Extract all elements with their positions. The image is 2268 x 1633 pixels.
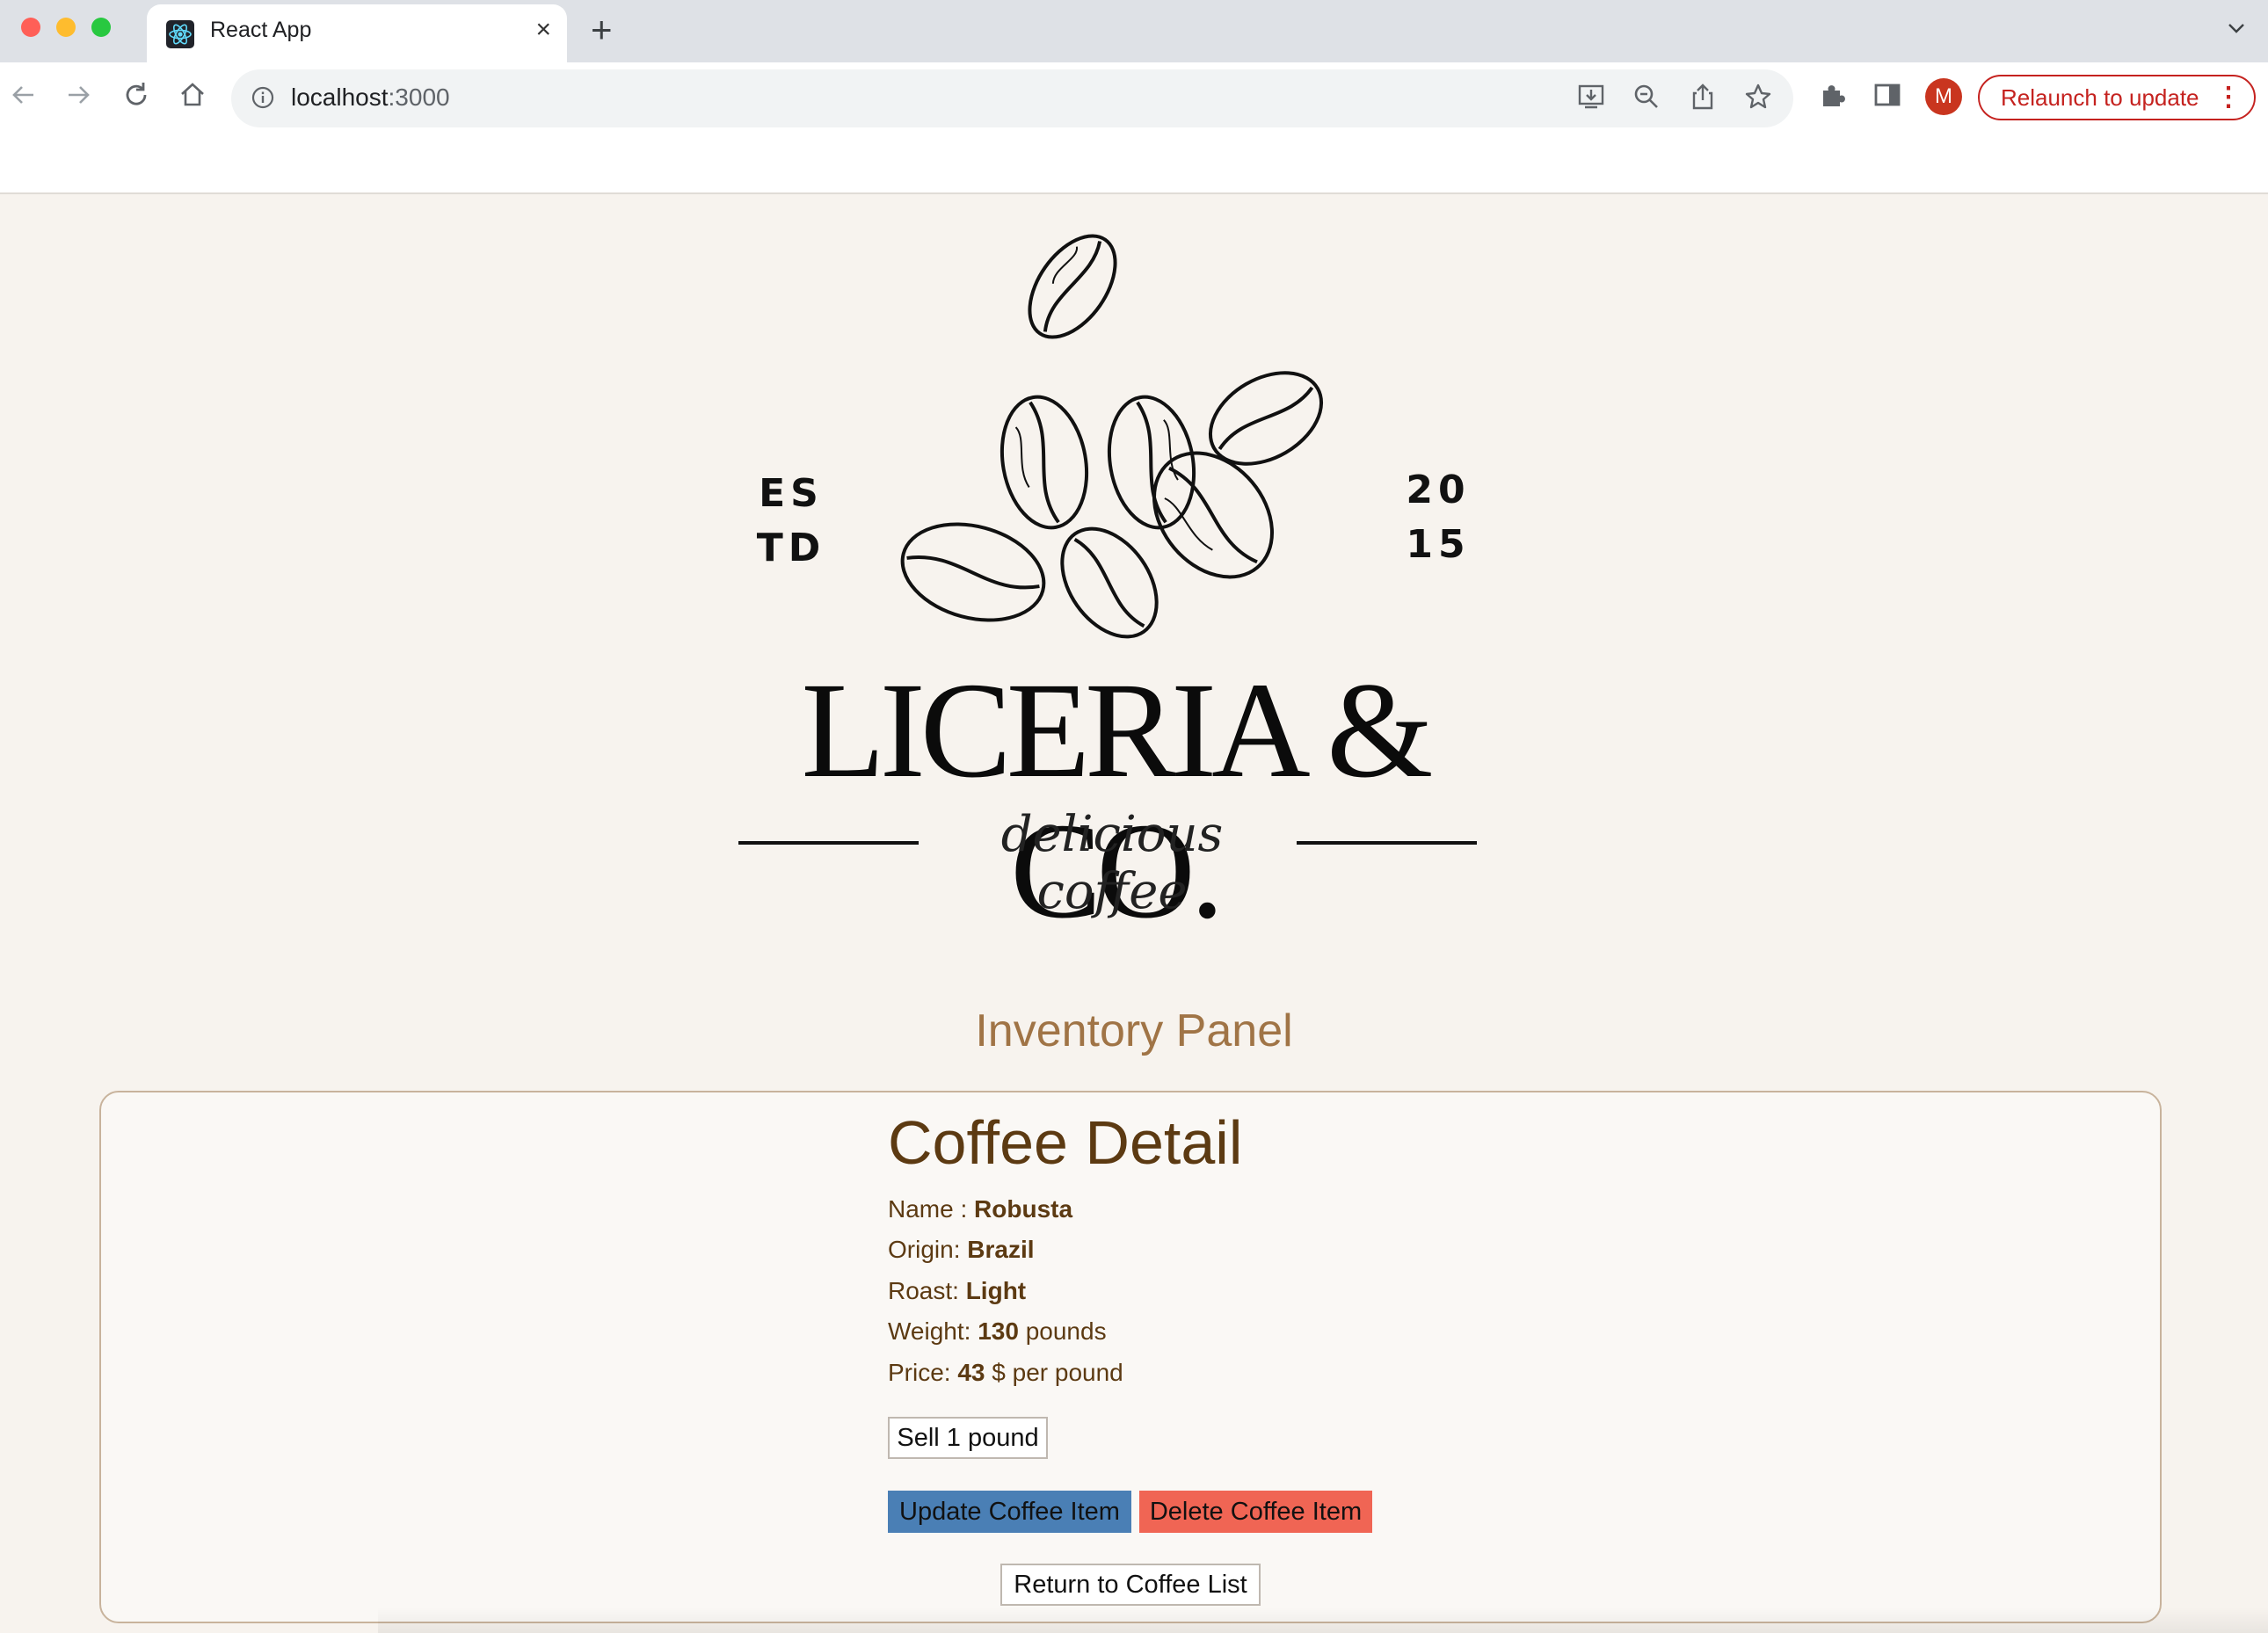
price-value: 43	[957, 1359, 985, 1386]
tagline-rule-left	[738, 841, 919, 845]
react-icon	[166, 20, 194, 48]
share-icon[interactable]	[1688, 82, 1718, 119]
tagline-rule-right	[1297, 841, 1477, 845]
established-label-left: ES TD	[749, 467, 833, 576]
year-line-1: 20	[1406, 468, 1471, 512]
coffee-detail-title: Coffee Detail	[888, 1108, 1243, 1177]
site-info-icon[interactable]	[251, 85, 275, 114]
install-app-icon[interactable]	[1576, 82, 1606, 119]
price-field: Price: 43 $ per pound	[888, 1359, 1123, 1387]
name-value: Robusta	[974, 1195, 1073, 1223]
return-to-coffee-list-button[interactable]: Return to Coffee List	[1000, 1564, 1261, 1606]
price-label: Price:	[888, 1359, 958, 1386]
relaunch-label: Relaunch to update	[2001, 84, 2199, 111]
tab-close-icon[interactable]: ×	[535, 15, 551, 45]
update-coffee-item-button[interactable]: Update Coffee Item	[888, 1491, 1131, 1533]
panel-title: Inventory Panel	[975, 1005, 1293, 1056]
bookmarks-bar-area	[0, 131, 2268, 194]
weight-label: Weight:	[888, 1317, 978, 1345]
tab-search-chevron-icon[interactable]	[2226, 18, 2247, 45]
tab-title: React App	[210, 18, 312, 42]
roast-label: Roast:	[888, 1277, 966, 1304]
year-line-2: 15	[1406, 522, 1471, 567]
side-panel-icon[interactable]	[1872, 80, 1902, 117]
origin-field: Origin: Brazil	[888, 1236, 1035, 1264]
browser-toolbar: localhost:3000 M Relaunch to update ⋮	[0, 62, 2268, 131]
roast-field: Roast: Light	[888, 1277, 1026, 1305]
est-line-1: ES	[759, 471, 824, 516]
relaunch-to-update-button[interactable]: Relaunch to update ⋮	[1978, 75, 2256, 120]
more-menu-icon[interactable]: ⋮	[2215, 76, 2242, 119]
extensions-puzzle-icon[interactable]	[1818, 80, 1848, 117]
established-label-right: 20 15	[1396, 463, 1480, 572]
origin-label: Origin:	[888, 1236, 968, 1263]
forward-icon[interactable]	[63, 80, 93, 118]
close-window-button[interactable]	[21, 18, 40, 37]
address-bar[interactable]: localhost:3000	[231, 69, 1793, 127]
new-tab-button[interactable]: +	[591, 9, 613, 51]
profile-avatar[interactable]: M	[1925, 78, 1962, 115]
back-icon[interactable]	[9, 80, 39, 118]
weight-unit: pounds	[1018, 1317, 1107, 1345]
delete-coffee-item-button[interactable]: Delete Coffee Item	[1139, 1491, 1372, 1533]
home-icon[interactable]	[178, 80, 207, 118]
browser-tab[interactable]: React App ×	[147, 4, 567, 62]
sell-one-pound-button[interactable]: Sell 1 pound	[888, 1417, 1048, 1459]
roast-value: Light	[965, 1277, 1027, 1304]
tagline: delicious coffee	[1000, 806, 1224, 920]
name-label: Name :	[888, 1195, 975, 1223]
maximize-window-button[interactable]	[91, 18, 111, 37]
weight-field: Weight: 130 pounds	[888, 1317, 1107, 1346]
origin-value: Brazil	[967, 1236, 1035, 1263]
name-field: Name : Robusta	[888, 1195, 1072, 1223]
weight-value: 130	[978, 1317, 1019, 1345]
tab-strip: React App × +	[0, 0, 2268, 62]
reload-icon[interactable]	[121, 80, 151, 118]
url-text: localhost:3000	[291, 83, 450, 111]
scroll-shadow	[378, 1608, 2268, 1633]
zoom-icon[interactable]	[1632, 82, 1661, 119]
price-unit: $ per pound	[985, 1359, 1123, 1386]
bookmark-star-icon[interactable]	[1743, 82, 1773, 119]
minimize-window-button[interactable]	[56, 18, 76, 37]
est-line-2: TD	[756, 526, 826, 570]
